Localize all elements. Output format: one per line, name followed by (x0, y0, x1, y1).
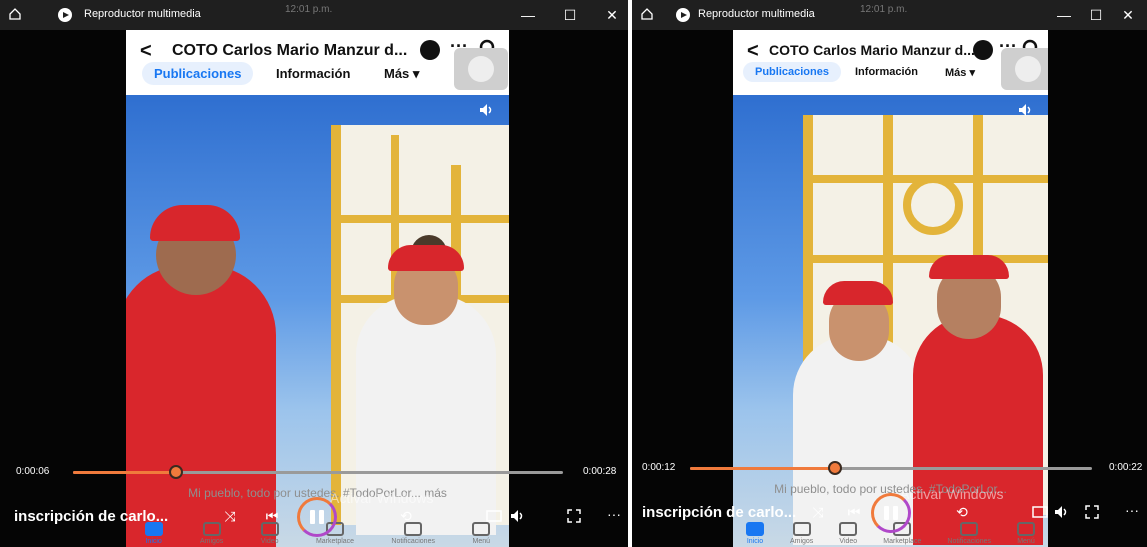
nav-notificaciones: Notificaciones (947, 522, 991, 545)
tab-publicaciones: Publicaciones (743, 62, 841, 82)
video-scene (733, 95, 1048, 547)
nav-amigos: Amigos (790, 522, 813, 545)
volume-icon[interactable] (1052, 502, 1072, 522)
home-icon[interactable] (8, 7, 22, 21)
minimize-button[interactable]: — (508, 0, 548, 30)
tab-informacion: Información (855, 66, 918, 78)
seek-bar[interactable]: 0:00:06 0:00:28 (0, 465, 628, 482)
video-nav-icon (839, 522, 858, 536)
seek-progress (73, 471, 176, 474)
repeat-button[interactable]: ⟲ (396, 506, 416, 526)
time-total: 0:00:22 (1109, 462, 1143, 473)
previous-button[interactable]: ⏮ (844, 502, 864, 522)
pause-icon (310, 510, 324, 524)
red-cap (388, 245, 464, 271)
close-button[interactable]: ✕ (592, 0, 628, 30)
activate-windows-watermark: Activar Windows (330, 490, 434, 506)
seek-thumb[interactable] (168, 465, 183, 479)
app-title: Reproductor multimedia (698, 8, 815, 20)
back-arrow-icon: < (140, 40, 152, 62)
title-bar[interactable]: Reproductor multimedia 12:01 p.m. — ☐ ✕ (632, 0, 1147, 30)
facebook-page-header: < COTO Carlos Mario Manzur d... ··· Publ… (126, 30, 509, 95)
captions-icon[interactable] (1030, 502, 1050, 522)
media-title: inscripción de carlo... (14, 508, 169, 525)
messenger-icon (420, 40, 440, 60)
red-cap (150, 205, 240, 241)
page-title: COTO Carlos Mario Manzur d... (769, 42, 975, 58)
shuffle-button[interactable]: ⤨ (808, 502, 828, 522)
more-options-button[interactable]: ··· (1122, 500, 1142, 520)
more-options-button[interactable]: ··· (604, 504, 624, 524)
fullscreen-icon[interactable] (564, 506, 584, 526)
nav-video: Video (839, 522, 858, 545)
pip-overlay (454, 48, 508, 90)
seek-bar[interactable]: 0:00:12 0:00:22 (632, 461, 1147, 478)
app-title: Reproductor multimedia (84, 8, 201, 20)
tab-informacion: Información (276, 66, 351, 81)
close-button[interactable]: ✕ (1108, 0, 1147, 30)
nav-inicio: Inicio (745, 522, 764, 545)
repeat-button[interactable]: ⟲ (952, 502, 972, 522)
person-red-shirt (126, 265, 276, 547)
activate-windows-watermark: Activar Windows (900, 486, 1004, 502)
home-nav-icon (745, 522, 764, 536)
friends-nav-icon (792, 522, 811, 536)
sound-icon (1019, 104, 1031, 116)
seek-thumb[interactable] (827, 461, 842, 475)
media-player-app-icon (676, 8, 690, 22)
back-arrow-icon: < (747, 40, 759, 62)
menu-nav-icon (1016, 522, 1035, 536)
bell-nav-icon (960, 522, 979, 536)
sound-icon (480, 104, 492, 116)
fullscreen-icon[interactable] (1082, 502, 1102, 522)
media-player-window-right: Reproductor multimedia 12:01 p.m. — ☐ ✕ … (632, 0, 1147, 547)
nav-inicio: Inicio (144, 522, 163, 545)
captions-icon[interactable] (484, 506, 504, 526)
seek-track[interactable] (73, 465, 563, 479)
maximize-button[interactable]: ☐ (550, 0, 590, 30)
title-bar[interactable]: Reproductor multimedia 12:01 p.m. — ☐ ✕ (0, 0, 628, 30)
time-total: 0:00:28 (583, 466, 617, 477)
pip-overlay (1001, 48, 1048, 90)
nav-menu: Menú (1016, 522, 1035, 545)
tab-publicaciones: Publicaciones (142, 62, 254, 85)
home-icon[interactable] (640, 7, 654, 21)
media-player-app-icon (58, 8, 72, 22)
tab-mas: Más ▾ (945, 67, 975, 79)
media-title: inscripción de carlo... (642, 504, 797, 521)
seek-progress (690, 467, 835, 470)
play-pause-button[interactable] (297, 497, 337, 537)
tab-mas: Más ▾ (384, 66, 420, 81)
phone-status-time: 12:01 p.m. (285, 4, 333, 15)
friends-nav-icon (202, 522, 221, 536)
messenger-icon (973, 40, 993, 60)
time-elapsed: 0:00:06 (16, 466, 50, 477)
pause-icon (884, 506, 898, 520)
previous-button[interactable]: ⏮ (262, 506, 282, 526)
red-cap (823, 281, 893, 305)
phone-status-time: 12:01 p.m. (860, 4, 908, 15)
shuffle-button[interactable]: ⤨ (220, 506, 240, 526)
facebook-page-header: < COTO Carlos Mario Manzur d... ··· Publ… (733, 30, 1048, 95)
seek-track[interactable] (690, 461, 1092, 475)
page-title: COTO Carlos Mario Manzur d... (172, 42, 408, 59)
media-player-window-left: Reproductor multimedia 12:01 p.m. — ☐ ✕ … (0, 0, 628, 547)
time-elapsed: 0:00:12 (642, 462, 676, 473)
play-pause-button[interactable] (871, 493, 911, 533)
volume-icon[interactable] (508, 506, 528, 526)
red-cap (929, 255, 1009, 279)
